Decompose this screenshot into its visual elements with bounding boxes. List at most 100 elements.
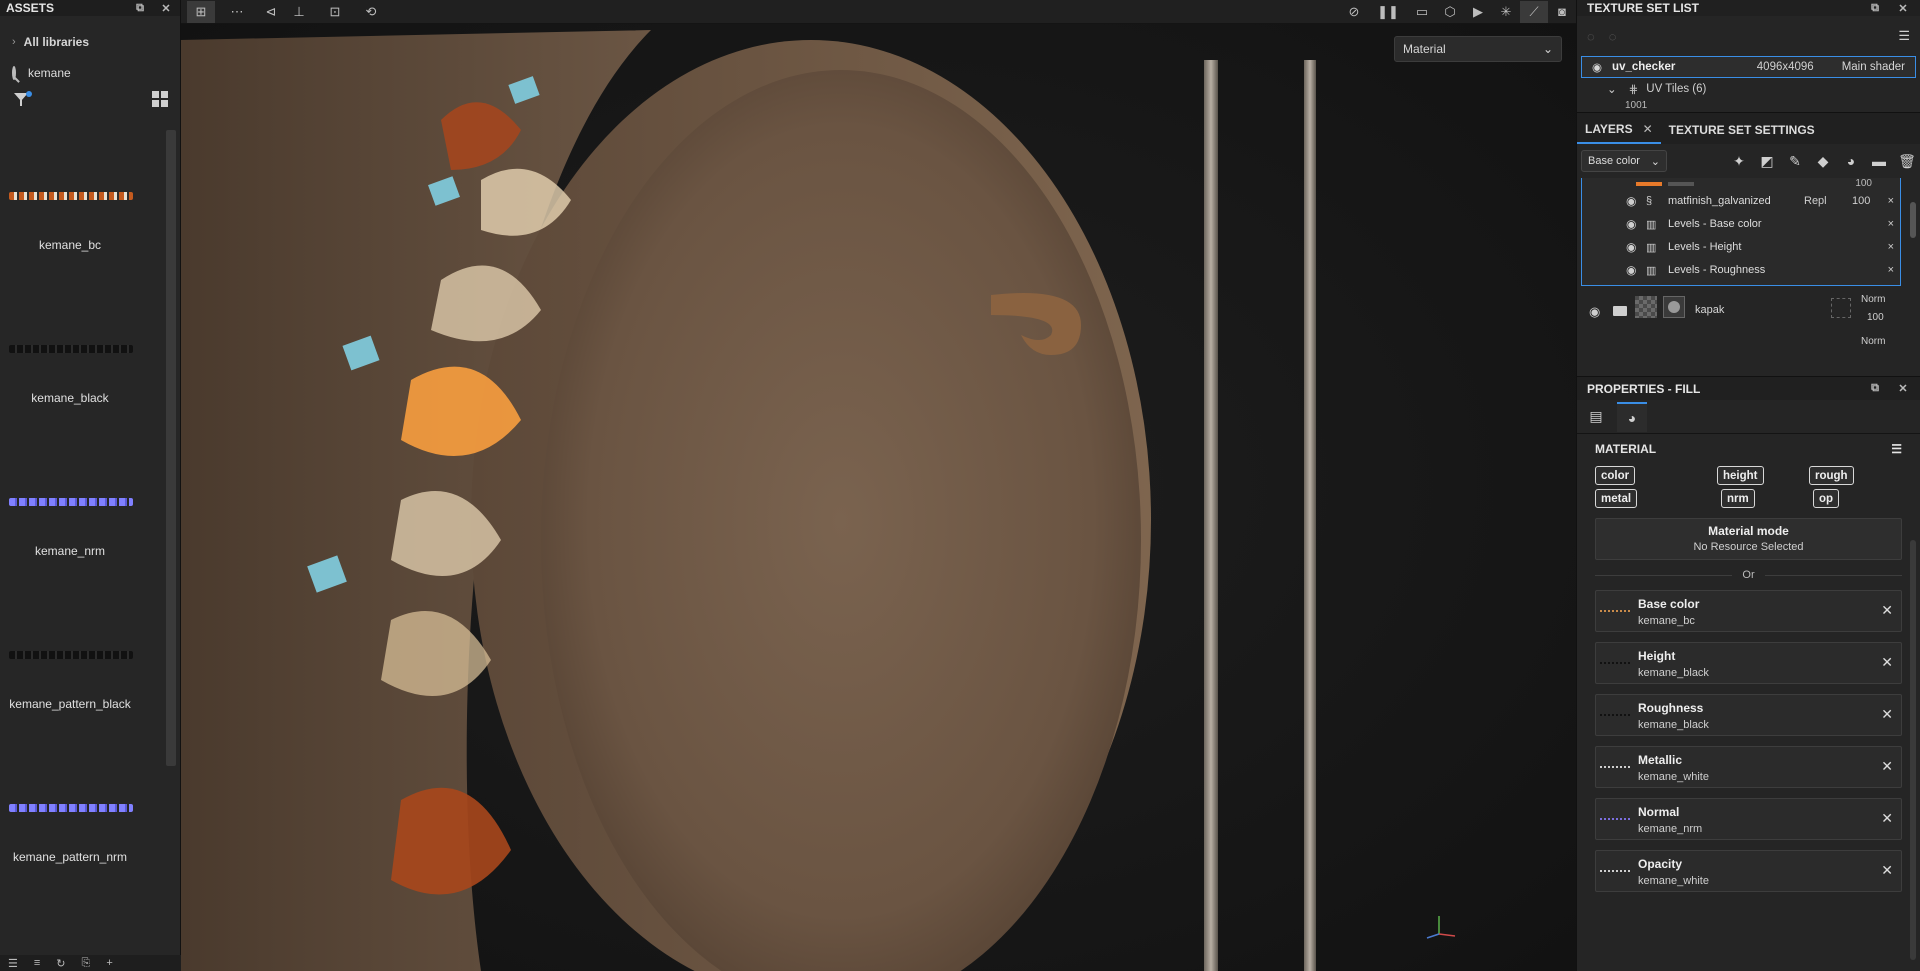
layer-effect-row[interactable]: ◉ § matfinish_galvanized Repl 100 × (1582, 190, 1900, 212)
maximize-icon[interactable]: ⧉ (132, 2, 148, 15)
selected-layer-group[interactable]: 100 ◉ § matfinish_galvanized Repl 100 × ◉… (1581, 178, 1901, 286)
chip-nrm[interactable]: nrm (1721, 489, 1755, 508)
asset-item[interactable]: kemane_pattern_black (0, 589, 166, 742)
layer-effect-row[interactable]: ◉ ▥ Levels - Base color × (1582, 213, 1900, 235)
asset-scrollbar[interactable] (166, 130, 176, 766)
symmetry-icon[interactable]: ⊲ (257, 1, 285, 23)
filter-icon[interactable] (12, 91, 32, 107)
add-mask-icon[interactable]: ◩ (1758, 153, 1776, 170)
delete-icon[interactable]: 🗑 (1898, 153, 1916, 170)
channel-slot[interactable]: Roughness kemane_black ✕ (1595, 694, 1902, 736)
asset-item[interactable]: kemane_black (0, 283, 166, 436)
camera-icon[interactable]: ▶ (1464, 1, 1492, 23)
eye-icon[interactable]: ◉ (1626, 240, 1636, 254)
fill-settings-icon[interactable]: ▤ (1581, 402, 1611, 432)
paint-brush-icon[interactable]: ⟋ (1520, 0, 1548, 23)
close-icon[interactable]: ✕ (1881, 810, 1893, 827)
close-icon[interactable]: ✕ (1881, 758, 1893, 775)
add-folder-icon[interactable]: ▬ (1870, 153, 1888, 169)
next-layer-row[interactable]: Norm (1581, 336, 1901, 356)
close-icon[interactable]: ✕ (1881, 706, 1893, 723)
maximize-icon[interactable]: ⧉ (1868, 2, 1882, 15)
chip-op[interactable]: op (1813, 489, 1840, 508)
disable-icon[interactable]: ⊘ (1340, 1, 1368, 23)
chip-color[interactable]: color (1595, 466, 1636, 485)
uv-tile-item[interactable]: 1001 (1577, 100, 1920, 112)
add-effect-icon[interactable]: ✦ (1730, 153, 1748, 170)
tab-texture-set-settings[interactable]: TEXTURE SET SETTINGS (1661, 116, 1823, 144)
eye-icon[interactable]: ◉ (1626, 194, 1636, 208)
selection-tool-icon[interactable]: ⊞ (187, 0, 215, 23)
texture-set-shader[interactable]: Main shader (1842, 61, 1905, 73)
menu-icon[interactable]: ☰ (1898, 28, 1910, 44)
libraries-row[interactable]: › All libraries (0, 30, 180, 54)
add-smart-material-icon[interactable]: ◕ (1842, 153, 1860, 169)
asset-item[interactable]: kemane_pattern_nrm (0, 742, 166, 895)
channel-select[interactable]: Base color ⌄ (1581, 150, 1667, 172)
eye-icon[interactable]: ◉ (1626, 217, 1636, 231)
refresh-icon[interactable]: ↻ (56, 957, 65, 970)
chip-rough[interactable]: rough (1809, 466, 1854, 485)
close-icon[interactable]: × (1888, 218, 1894, 230)
layer-folder-row[interactable]: ◉ kapak Norm 100 (1581, 290, 1901, 334)
eye-icon[interactable]: ◉ (1592, 60, 1602, 74)
eye-icon[interactable]: ◉ (1626, 263, 1636, 277)
search-input[interactable] (28, 66, 183, 80)
folder-opacity[interactable]: 100 (1867, 312, 1884, 323)
material-tab-icon[interactable]: ◕ (1617, 401, 1647, 432)
add-frame-icon[interactable]: ⊡ (321, 1, 349, 23)
material-mode-box[interactable]: Material mode No Resource Selected (1595, 518, 1902, 560)
layer-opacity[interactable]: 100 (1855, 178, 1872, 189)
align-icon[interactable]: ⊥ (285, 1, 313, 23)
uv-tiles-row[interactable]: ⌄ ⋕ UV Tiles (6) (1577, 78, 1920, 100)
add-paint-layer-icon[interactable]: ✎ (1786, 153, 1804, 170)
menu-icon[interactable]: ☰ (1891, 442, 1902, 456)
texture-set-row[interactable]: ◉ uv_checker 4096x4096 Main shader (1581, 56, 1916, 78)
show-icon[interactable]: ◌ (1609, 29, 1617, 44)
add-icon[interactable]: + (106, 957, 112, 969)
chip-metal[interactable]: metal (1595, 489, 1638, 508)
asset-item[interactable]: kemane_bc (0, 130, 166, 283)
tab-layers[interactable]: LAYERS ✕ (1577, 116, 1661, 144)
layer-scrollbar[interactable] (1910, 202, 1916, 238)
next-layer-blend[interactable]: Norm (1861, 336, 1885, 347)
properties-scrollbar[interactable] (1910, 540, 1916, 960)
close-icon[interactable]: ✕ (1896, 2, 1910, 15)
uv-grid-icon[interactable]: ⋯ (223, 1, 251, 23)
channel-slot[interactable]: Opacity kemane_white ✕ (1595, 850, 1902, 892)
eye-icon[interactable]: ◉ (1589, 304, 1600, 320)
history-icon[interactable]: ⟲ (357, 1, 385, 23)
channel-slot[interactable]: Base color kemane_bc ✕ (1595, 590, 1902, 632)
chip-height[interactable]: height (1717, 466, 1764, 485)
view-mode-icon[interactable]: ▭ (1408, 1, 1436, 23)
maximize-icon[interactable]: ⧉ (1868, 382, 1882, 395)
screenshot-icon[interactable]: ◙ (1548, 1, 1576, 23)
channel-slot[interactable]: Normal kemane_nrm ✕ (1595, 798, 1902, 840)
close-icon[interactable]: × (1888, 241, 1894, 253)
channel-slot[interactable]: Height kemane_black ✕ (1595, 642, 1902, 684)
hide-icon[interactable]: ◌ (1587, 29, 1595, 44)
effect-blend[interactable]: Repl (1804, 195, 1827, 207)
close-icon[interactable]: × (1888, 195, 1894, 207)
close-icon[interactable]: × (1888, 264, 1894, 276)
layer-effect-row[interactable]: ◉ ▥ Levels - Height × (1582, 236, 1900, 258)
add-fill-layer-icon[interactable]: ◆ (1814, 153, 1832, 170)
close-icon[interactable]: ✕ (158, 2, 174, 15)
cube-icon[interactable]: ⬡ (1436, 1, 1464, 23)
folder-blend[interactable]: Norm (1861, 294, 1885, 305)
close-icon[interactable]: ✕ (1643, 122, 1653, 136)
channel-slot[interactable]: Metallic kemane_white ✕ (1595, 746, 1902, 788)
viewport-3d[interactable]: ⊞ ⋯ ⊲ ⊥ ⊡ ⟲ ⊘ ❚❚ ▭ ⬡ ▶ ✳ ⟋ ◙ Material ⌄ (181, 0, 1576, 971)
view-mode-select[interactable]: Material ⌄ (1394, 36, 1562, 62)
pause-icon[interactable]: ❚❚ (1374, 1, 1402, 23)
close-icon[interactable]: ✕ (1881, 862, 1893, 879)
list-icon[interactable]: ☰ (8, 957, 18, 970)
sort-icon[interactable]: ≡ (34, 957, 40, 969)
close-icon[interactable]: ✕ (1881, 654, 1893, 671)
grid-view-icon[interactable] (152, 91, 168, 107)
environment-icon[interactable]: ✳ (1492, 1, 1520, 23)
import-icon[interactable]: ⎘ (82, 957, 91, 970)
asset-item[interactable]: kemane_nrm (0, 436, 166, 589)
layer-effect-row[interactable]: ◉ ▥ Levels - Roughness × (1582, 259, 1900, 281)
effect-opacity[interactable]: 100 (1852, 195, 1870, 207)
